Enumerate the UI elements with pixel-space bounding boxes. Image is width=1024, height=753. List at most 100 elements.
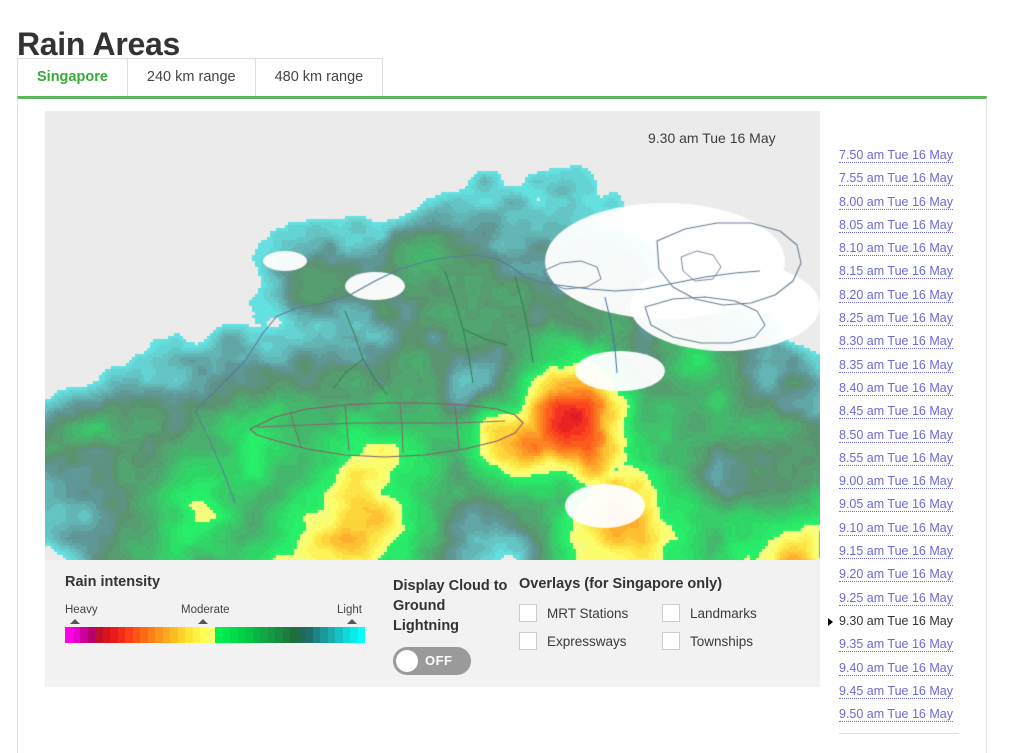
timestamp-row[interactable]: 9.00 am Tue 16 May	[839, 470, 959, 493]
timestamp-link[interactable]: 8.15 am Tue 16 May	[839, 264, 953, 280]
timestamp-row[interactable]: 8.00 am Tue 16 May	[839, 191, 959, 214]
timestamp-link[interactable]: 9.15 am Tue 16 May	[839, 544, 953, 560]
legend-color-band-14	[170, 627, 178, 643]
legend-color-band-16	[185, 627, 193, 643]
timestamp-row[interactable]: 8.20 am Tue 16 May	[839, 284, 959, 307]
timestamp-row[interactable]: 8.35 am Tue 16 May	[839, 354, 959, 377]
timestamp-row[interactable]: 8.45 am Tue 16 May	[839, 400, 959, 423]
timestamp-link[interactable]: 8.10 am Tue 16 May	[839, 241, 953, 257]
timestamp-row[interactable]: 9.05 am Tue 16 May	[839, 493, 959, 516]
timestamp-link[interactable]: 8.55 am Tue 16 May	[839, 450, 953, 466]
timestamp-link[interactable]: 8.00 am Tue 16 May	[839, 194, 953, 210]
tab-singapore[interactable]: Singapore	[17, 58, 128, 97]
timestamp-row[interactable]: 9.20 am Tue 16 May	[839, 563, 959, 586]
timestamp-row[interactable]: 8.40 am Tue 16 May	[839, 377, 959, 400]
checkbox-icon[interactable]	[519, 604, 537, 622]
timestamp-link[interactable]: 8.45 am Tue 16 May	[839, 404, 953, 420]
legend-color-band-12	[155, 627, 163, 643]
timestamp-link[interactable]: 7.55 am Tue 16 May	[839, 171, 953, 187]
timestamp-list: 7.50 am Tue 16 May 7.55 am Tue 16 May 8.00…	[828, 144, 959, 726]
legend-gradient-bar	[65, 627, 365, 643]
timestamp-link[interactable]: 8.40 am Tue 16 May	[839, 380, 953, 396]
legend-color-band-8	[125, 627, 133, 643]
legend-arrow-heavy-icon	[70, 619, 80, 624]
timestamp-link[interactable]: 9.20 am Tue 16 May	[839, 567, 953, 583]
lightning-toggle[interactable]: OFF	[393, 647, 471, 675]
legend-color-band-33	[312, 627, 320, 643]
legend-color-band-27	[267, 627, 275, 643]
timestamp-row[interactable]: 9.45 am Tue 16 May	[839, 680, 959, 703]
checkbox-icon[interactable]	[662, 632, 680, 650]
timestamp-row[interactable]: 7.55 am Tue 16 May	[839, 167, 959, 190]
timestamp-row[interactable]: 9.10 am Tue 16 May	[839, 517, 959, 540]
overlay-checkbox-mrt-stations[interactable]: MRT Stations	[519, 604, 662, 622]
radar-timestamp-overlay: 9.30 am Tue 16 May	[648, 130, 776, 146]
legend-color-band-0	[65, 627, 73, 643]
timestamp-link[interactable]: 9.25 am Tue 16 May	[839, 590, 953, 606]
timestamp-row[interactable]: 8.50 am Tue 16 May	[839, 424, 959, 447]
timestamp-link[interactable]: 7.50 am Tue 16 May	[839, 148, 953, 163]
timestamp-row[interactable]: 9.30 am Tue 16 May	[828, 610, 959, 633]
legend-color-band-39	[357, 627, 365, 643]
timestamp-row[interactable]: 8.15 am Tue 16 May	[839, 260, 959, 283]
timestamp-row[interactable]: 8.05 am Tue 16 May	[839, 214, 959, 237]
timestamp-link[interactable]: 9.35 am Tue 16 May	[839, 637, 953, 653]
legend-arrow-light-icon	[347, 619, 357, 624]
checkbox-icon[interactable]	[519, 632, 537, 650]
timestamp-row[interactable]: 9.40 am Tue 16 May	[839, 657, 959, 680]
overlays-grid: MRT Stations Landmarks Expressways Towns…	[519, 604, 809, 650]
timestamp-link[interactable]: 9.40 am Tue 16 May	[839, 660, 953, 676]
legend-color-band-6	[110, 627, 118, 643]
legend-color-band-32	[305, 627, 313, 643]
overlay-checkbox-townships[interactable]: Townships	[662, 632, 805, 650]
legend-color-band-11	[147, 627, 155, 643]
timestamp-link[interactable]: 9.00 am Tue 16 May	[839, 474, 953, 490]
legend-label-moderate: Moderate	[181, 604, 230, 616]
legend-color-band-13	[162, 627, 170, 643]
timestamp-row[interactable]: 9.50 am Tue 16 May	[839, 703, 959, 726]
legend-color-band-10	[140, 627, 148, 643]
legend-title: Rain intensity	[65, 574, 161, 590]
overlay-checkbox-expressways[interactable]: Expressways	[519, 632, 662, 650]
timestamp-row[interactable]: 7.50 am Tue 16 May	[839, 144, 959, 167]
overlays-title: Overlays (for Singapore only)	[519, 576, 723, 592]
legend-color-band-2	[80, 627, 88, 643]
legend-color-band-17	[192, 627, 200, 643]
checkbox-icon[interactable]	[662, 604, 680, 622]
legend-color-band-21	[222, 627, 230, 643]
overlay-label: Landmarks	[690, 605, 757, 621]
timestamp-link[interactable]: 8.20 am Tue 16 May	[839, 287, 953, 303]
timestamp-row[interactable]: 9.25 am Tue 16 May	[839, 587, 959, 610]
timestamp-link[interactable]: 9.45 am Tue 16 May	[839, 683, 953, 699]
overlay-checkbox-landmarks[interactable]: Landmarks	[662, 604, 805, 622]
timestamp-row[interactable]: 9.35 am Tue 16 May	[839, 633, 959, 656]
timestamp-row[interactable]: 8.10 am Tue 16 May	[839, 237, 959, 260]
timestamp-link[interactable]: 9.10 am Tue 16 May	[839, 520, 953, 536]
legend-color-band-31	[297, 627, 305, 643]
tab-480km-range[interactable]: 480 km range	[254, 58, 384, 97]
lightning-toggle-state: OFF	[425, 653, 453, 668]
overlay-label: Expressways	[547, 633, 627, 649]
legend-color-band-1	[72, 627, 80, 643]
timestamp-link[interactable]: 8.25 am Tue 16 May	[839, 311, 953, 327]
overlay-label: Townships	[690, 633, 754, 649]
legend-arrow-moderate-icon	[198, 619, 208, 624]
tab-240km-range[interactable]: 240 km range	[126, 58, 256, 97]
timestamp-link[interactable]: 8.05 am Tue 16 May	[839, 217, 953, 233]
timestamp-row[interactable]: 9.15 am Tue 16 May	[839, 540, 959, 563]
timestamp-link[interactable]: 9.05 am Tue 16 May	[839, 497, 953, 513]
legend-color-band-22	[230, 627, 238, 643]
timestamp-link[interactable]: 8.50 am Tue 16 May	[839, 427, 953, 443]
radar-map[interactable]	[45, 111, 820, 560]
legend-color-band-28	[275, 627, 283, 643]
timestamp-row[interactable]: 8.25 am Tue 16 May	[839, 307, 959, 330]
timestamp-link[interactable]: 8.35 am Tue 16 May	[839, 357, 953, 373]
timestamp-row[interactable]: 8.55 am Tue 16 May	[839, 447, 959, 470]
timestamp-row[interactable]: 8.30 am Tue 16 May	[839, 330, 959, 353]
legend-color-band-25	[252, 627, 260, 643]
legend-color-band-30	[290, 627, 298, 643]
timestamp-link[interactable]: 8.30 am Tue 16 May	[839, 334, 953, 350]
legend-color-band-15	[177, 627, 185, 643]
timestamp-link[interactable]: 9.30 am Tue 16 May	[839, 614, 953, 628]
timestamp-link[interactable]: 9.50 am Tue 16 May	[839, 707, 953, 723]
